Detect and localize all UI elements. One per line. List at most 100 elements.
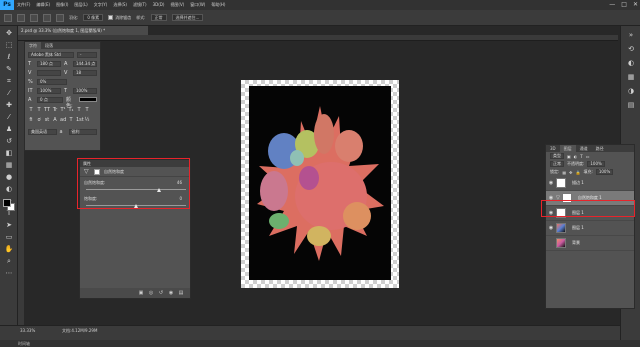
maximize-button[interactable]: □ <box>621 0 627 10</box>
layer-row[interactable]: 背景 <box>546 236 634 251</box>
clone-stamp-tool-icon[interactable]: ♟ <box>4 124 14 134</box>
vertical-scale-input[interactable]: 100% <box>37 88 61 94</box>
crop-tool-icon[interactable]: ⌗ <box>4 76 14 86</box>
filter-adjustment-icon[interactable]: ◐ <box>574 154 578 159</box>
layer-name[interactable]: 描边 1 <box>569 180 584 186</box>
clip-icon[interactable]: ▣ <box>138 290 144 296</box>
tab-3d[interactable]: 3D <box>546 145 560 152</box>
tab-layers[interactable]: 图层 <box>559 145 576 152</box>
menu-3d[interactable]: 3D(D) <box>150 0 168 10</box>
brush-tool-icon[interactable]: ⁄ <box>4 112 14 122</box>
menu-file[interactable]: 文件(F) <box>14 0 33 10</box>
more-tools-icon[interactable]: ⋯ <box>4 268 14 278</box>
menu-edit[interactable]: 编辑(E) <box>33 0 53 10</box>
tab-channels[interactable]: 通道 <box>576 145 592 152</box>
lock-all-icon[interactable]: 🔒 <box>576 170 581 175</box>
eye-icon[interactable]: ◉ <box>546 225 556 231</box>
foreground-color-swatch[interactable] <box>3 199 11 207</box>
language-select[interactable]: 美国英语 <box>28 129 57 135</box>
adjustments-icon[interactable]: ◑ <box>626 86 636 96</box>
menu-window[interactable]: 窗口(W) <box>187 0 208 10</box>
path-select-tool-icon[interactable]: ➤ <box>4 220 14 230</box>
view-previous-icon[interactable]: ◎ <box>148 290 154 296</box>
all-caps-button[interactable]: TT <box>44 107 50 113</box>
healing-brush-tool-icon[interactable]: ✚ <box>4 100 14 110</box>
fractions-button[interactable]: ½ <box>84 117 90 123</box>
eyedropper-tool-icon[interactable]: ⁄ <box>4 88 14 98</box>
lock-pixels-icon[interactable]: ▦ <box>562 170 566 175</box>
dodge-tool-icon[interactable]: ◐ <box>4 184 14 194</box>
filter-type-icon[interactable]: T <box>580 154 582 159</box>
hand-tool-icon[interactable]: ✋ <box>4 244 14 254</box>
select-and-mask-button[interactable]: 选择并遮住... <box>171 14 204 21</box>
blend-mode-select[interactable]: 正常 <box>550 161 564 167</box>
swatches-icon[interactable]: ▦ <box>626 72 636 82</box>
delete-icon[interactable]: ▤ <box>178 290 184 296</box>
reset-icon[interactable]: ↺ <box>158 290 164 296</box>
zoom-tool-icon[interactable]: ⌕ <box>4 256 14 266</box>
eye-icon[interactable]: ◉ <box>546 180 556 186</box>
tab-paths[interactable]: 路径 <box>592 145 608 152</box>
antialias-select[interactable]: 锐利 <box>68 129 97 135</box>
lasso-tool-icon[interactable]: ℓ <box>4 52 14 62</box>
layer-name[interactable]: 背景 <box>569 240 580 246</box>
filter-shape-icon[interactable]: ▭ <box>586 154 590 159</box>
libraries-icon[interactable]: ▤ <box>626 100 636 110</box>
faux-bold-button[interactable]: T <box>28 107 34 113</box>
font-style-select[interactable]: - <box>77 52 97 58</box>
new-selection-icon[interactable] <box>17 13 25 22</box>
filter-pixel-icon[interactable]: ▣ <box>567 154 571 159</box>
color-swatches[interactable] <box>3 199 15 211</box>
move-tool-icon[interactable]: ✥ <box>4 28 14 38</box>
menu-select[interactable]: 选择(S) <box>110 0 130 10</box>
zoom-level[interactable]: 33.33% <box>20 328 35 333</box>
strikethrough-button[interactable]: T <box>84 107 90 113</box>
timeline-tab[interactable]: 时间轴 <box>18 341 30 346</box>
baseline-input[interactable]: 0 点 <box>37 97 63 103</box>
blur-tool-icon[interactable]: ● <box>4 172 14 182</box>
menu-view[interactable]: 视图(V) <box>167 0 187 10</box>
menu-filter[interactable]: 滤镜(T) <box>130 0 150 10</box>
font-family-select[interactable]: Adobe 黑体 Std <box>28 52 74 58</box>
document-size[interactable]: 文档:4.12M/9.29M <box>62 328 97 334</box>
layer-name[interactable]: 图层 1 <box>569 225 584 231</box>
marquee-tool-preset-icon[interactable] <box>4 13 12 22</box>
menu-layer[interactable]: 图层(L) <box>71 0 90 10</box>
opacity-input[interactable]: 100% <box>587 161 605 167</box>
ordinals-button[interactable]: 1st <box>76 117 84 123</box>
shape-tool-icon[interactable]: ▭ <box>4 232 14 242</box>
titling-alternates-button[interactable]: T <box>68 117 74 123</box>
collapse-panels-icon[interactable]: » <box>626 30 636 40</box>
horizontal-scale-input[interactable]: 100% <box>73 88 97 94</box>
stylistic-alternates-button[interactable]: ad <box>60 117 66 123</box>
quick-select-tool-icon[interactable]: ✎ <box>4 64 14 74</box>
intersect-selection-icon[interactable] <box>56 13 64 22</box>
subscript-button[interactable]: T₁ <box>68 107 74 113</box>
color-icon[interactable]: ◐ <box>626 58 636 68</box>
style-select[interactable]: 正常 <box>150 14 167 21</box>
minimize-button[interactable]: — <box>609 0 615 10</box>
layer-kind-select[interactable]: 类型 <box>550 153 564 159</box>
antialias-toggle[interactable]: 消除锯齿 <box>108 15 131 21</box>
add-selection-icon[interactable] <box>30 13 38 22</box>
document-tab[interactable]: 2.psd @ 33.3% (自然饱和度 1, 图层蒙版/8) * <box>18 26 148 35</box>
visibility-icon[interactable]: ◉ <box>168 290 174 296</box>
old-style-button[interactable]: ơ <box>36 117 42 123</box>
marquee-tool-icon[interactable]: ⬚ <box>4 40 14 50</box>
kerning-input[interactable] <box>37 70 61 76</box>
feather-input[interactable]: 0 像素 <box>83 14 104 21</box>
history-icon[interactable]: ⟲ <box>626 44 636 54</box>
small-caps-button[interactable]: Tr <box>52 107 58 113</box>
history-brush-tool-icon[interactable]: ↺ <box>4 136 14 146</box>
subtract-selection-icon[interactable] <box>43 13 51 22</box>
eraser-tool-icon[interactable]: ◧ <box>4 148 14 158</box>
layer-row[interactable]: ◉ 描边 1 <box>546 176 634 191</box>
discretionary-ligature-button[interactable]: st <box>44 117 50 123</box>
faux-italic-button[interactable]: T <box>36 107 42 113</box>
menu-type[interactable]: 文字(Y) <box>91 0 111 10</box>
close-window-button[interactable]: ✕ <box>633 0 638 10</box>
layer-row[interactable]: ◉ 图层 1 <box>546 221 634 236</box>
antialias-checkbox[interactable] <box>108 15 114 20</box>
tab-paragraph[interactable]: 段落 <box>41 42 57 49</box>
underline-button[interactable]: T <box>76 107 82 113</box>
